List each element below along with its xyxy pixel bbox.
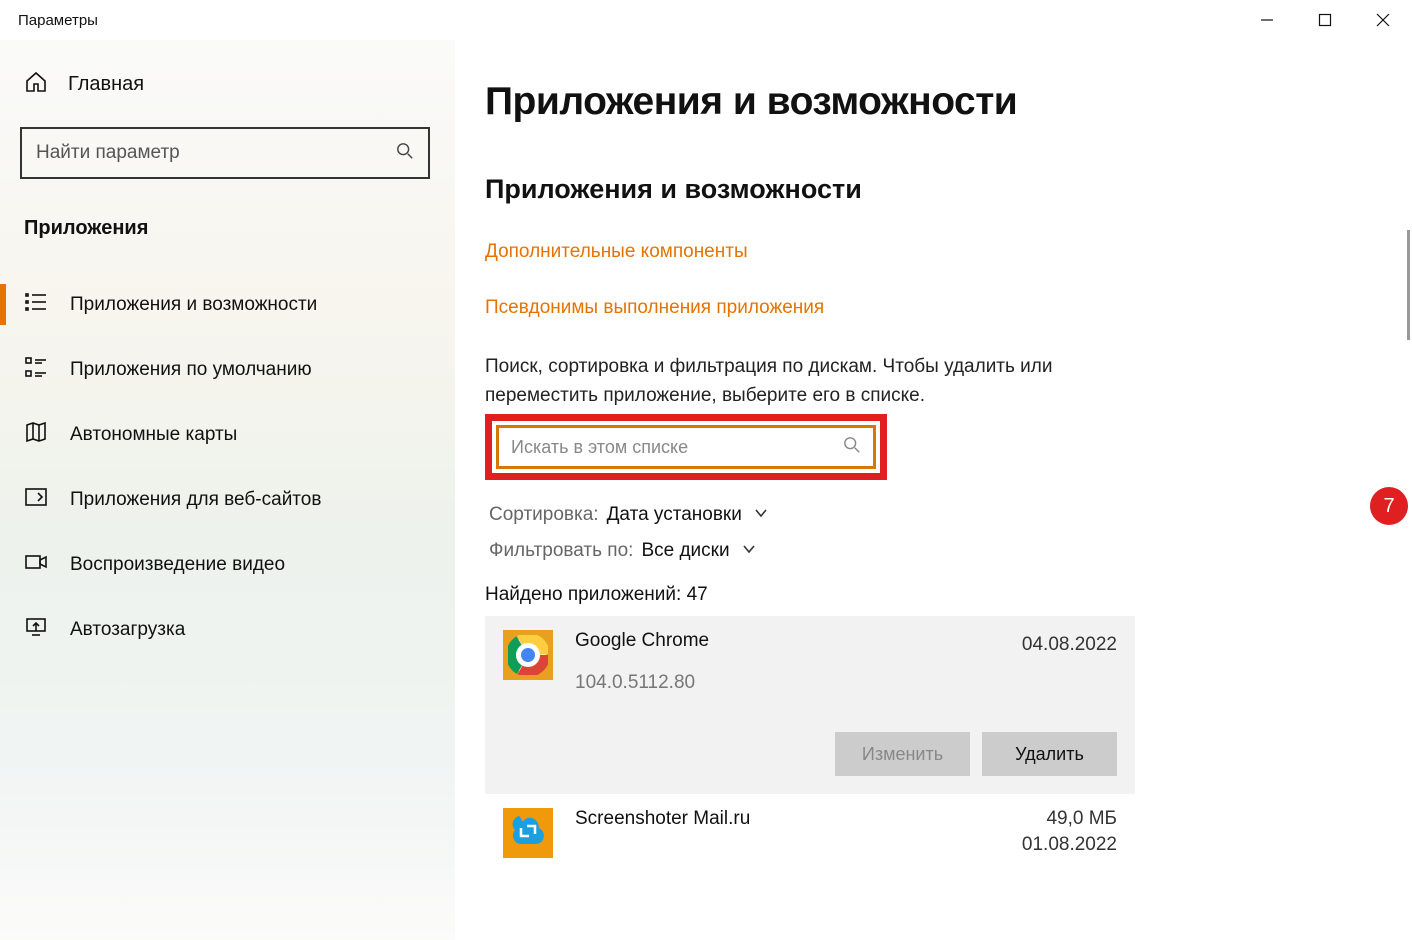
nav-label: Приложения по умолчанию — [70, 359, 312, 381]
scrollbar[interactable] — [1407, 230, 1410, 340]
titlebar: Параметры — [0, 0, 1412, 40]
nav-apps-for-websites[interactable]: Приложения для веб-сайтов — [0, 467, 455, 532]
chrome-icon — [503, 630, 553, 680]
chevron-down-icon — [750, 504, 768, 526]
sort-value: Дата установки — [607, 504, 742, 526]
app-name: Screenshoter Mail.ru — [575, 808, 750, 830]
apps-list-search-input[interactable] — [511, 437, 843, 458]
page-title: Приложения и возможности — [485, 80, 1362, 124]
app-item-screenshoter[interactable]: Screenshoter Mail.ru 49,0 МБ 01.08.2022 — [485, 794, 1135, 872]
home-label: Главная — [68, 73, 144, 96]
nav-label: Автономные карты — [70, 424, 237, 446]
sidebar-section-title: Приложения — [0, 209, 455, 272]
settings-search-input[interactable] — [36, 142, 396, 164]
sort-label: Сортировка: — [489, 504, 599, 526]
video-icon — [24, 550, 48, 579]
nav-default-apps[interactable]: Приложения по умолчанию — [0, 337, 455, 402]
home-icon — [24, 70, 48, 99]
minimize-button[interactable] — [1238, 0, 1296, 40]
map-icon — [24, 420, 48, 449]
nav-offline-maps[interactable]: Автономные карты — [0, 402, 455, 467]
info-text: Поиск, сортировка и фильтрация по дискам… — [485, 353, 1105, 410]
close-button[interactable] — [1354, 0, 1412, 40]
nav-video-playback[interactable]: Воспроизведение видео — [0, 532, 455, 597]
uninstall-button[interactable]: Удалить — [982, 732, 1117, 776]
nav-apps-features[interactable]: Приложения и возможности — [0, 272, 455, 337]
window-title: Параметры — [18, 12, 98, 29]
nav-label: Приложения для веб-сайтов — [70, 489, 321, 511]
nav-label: Воспроизведение видео — [70, 554, 285, 576]
highlight-annotation — [485, 414, 887, 480]
app-date: 01.08.2022 — [1022, 834, 1117, 856]
app-name: Google Chrome — [575, 630, 709, 652]
settings-search[interactable] — [20, 127, 430, 179]
app-version: 104.0.5112.80 — [575, 672, 709, 694]
search-icon — [843, 436, 861, 459]
apps-list-search[interactable] — [496, 425, 876, 469]
nav-label: Автозагрузка — [70, 619, 185, 641]
startup-icon — [24, 615, 48, 644]
nav-startup[interactable]: Автозагрузка — [0, 597, 455, 662]
chevron-down-icon — [738, 540, 756, 562]
screenshoter-icon — [503, 808, 553, 858]
modify-button[interactable]: Изменить — [835, 732, 970, 776]
default-apps-icon — [24, 355, 48, 384]
subsection-title: Приложения и возможности — [485, 174, 1362, 205]
optional-features-link[interactable]: Дополнительные компоненты — [485, 241, 1362, 263]
app-date: 04.08.2022 — [1022, 634, 1117, 656]
app-actions: Изменить Удалить — [485, 708, 1135, 794]
filter-dropdown[interactable]: Фильтровать по: Все диски — [489, 540, 1362, 562]
sort-dropdown[interactable]: Сортировка: Дата установки — [489, 504, 1362, 526]
sidebar: Главная Приложения Приложения и возможно… — [0, 40, 455, 940]
filter-label: Фильтровать по: — [489, 540, 633, 562]
home-nav[interactable]: Главная — [0, 70, 455, 127]
website-app-icon — [24, 485, 48, 514]
search-icon — [396, 142, 414, 165]
window-controls — [1238, 0, 1412, 40]
step-badge: 7 — [1370, 487, 1408, 525]
app-size: 49,0 МБ — [1022, 808, 1117, 830]
nav-label: Приложения и возможности — [70, 294, 317, 316]
apps-count: Найдено приложений: 47 — [485, 584, 1362, 606]
filter-value: Все диски — [641, 540, 729, 562]
app-item-chrome[interactable]: Google Chrome 104.0.5112.80 04.08.2022 — [485, 616, 1135, 708]
execution-aliases-link[interactable]: Псевдонимы выполнения приложения — [485, 297, 1362, 319]
maximize-button[interactable] — [1296, 0, 1354, 40]
apps-list-icon — [24, 290, 48, 319]
main-content: Приложения и возможности Приложения и во… — [455, 40, 1412, 940]
